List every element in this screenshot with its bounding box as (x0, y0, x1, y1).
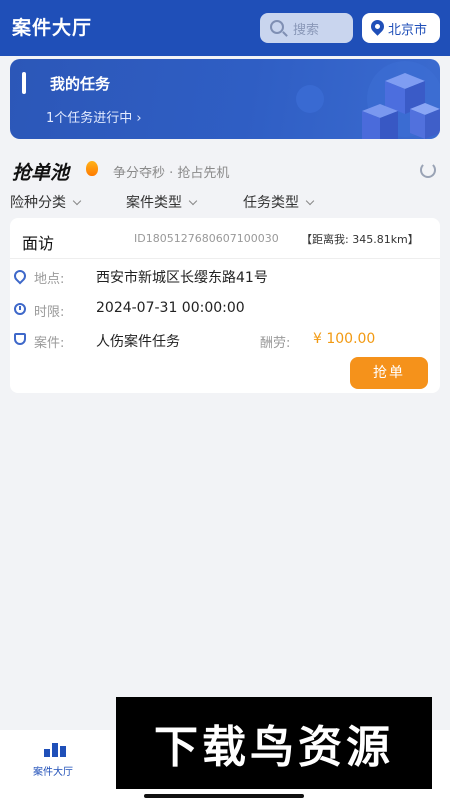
case-label: 案件: (34, 336, 65, 351)
watermark-overlay: 下载鸟资源 (116, 697, 432, 789)
city-selector[interactable]: 北京市 (362, 13, 440, 43)
chevron-down-icon (188, 196, 198, 206)
flame-icon (86, 161, 98, 176)
filter-insurance-category[interactable]: 险种分类 (10, 192, 82, 212)
case-hall-tab-icon[interactable] (44, 739, 66, 757)
watermark-text: 下载鸟资源 (154, 722, 394, 773)
city-label: 北京市 (388, 23, 428, 38)
reward-label: 酬劳: (260, 336, 291, 351)
banner-title: 我的任务 (50, 75, 111, 93)
grab-order-button[interactable]: 抢单 (350, 357, 428, 389)
reward-value: ¥ 100.00 (313, 331, 376, 347)
location-label: 地点: (34, 272, 65, 287)
tab-case-hall[interactable]: 案件大厅 (33, 763, 73, 778)
refresh-icon[interactable] (420, 162, 436, 178)
card-divider (10, 258, 440, 259)
grab-pool-slogan: 争分夺秒 · 抢占先机 (113, 166, 230, 181)
app-header: 案件大厅 搜索 北京市 (0, 0, 450, 56)
chevron-down-icon (305, 196, 315, 206)
banner-cubes-illustration (296, 61, 440, 139)
grab-pool-title: 抢单池 (12, 162, 70, 184)
search-icon (270, 20, 284, 34)
search-placeholder: 搜索 (293, 23, 320, 38)
search-box[interactable]: 搜索 (260, 13, 353, 43)
banner-accent-bar (22, 72, 26, 94)
home-indicator (144, 794, 304, 798)
filter-label: 险种分类 (10, 195, 66, 211)
task-id: ID1805127680607100030 (134, 232, 279, 245)
location-pin-icon (368, 17, 387, 36)
banner-subtitle[interactable]: 1个任务进行中 › (46, 107, 142, 126)
chevron-down-icon (72, 196, 82, 206)
page-title: 案件大厅 (12, 17, 93, 39)
deadline-value: 2024-07-31 00:00:00 (96, 300, 245, 316)
task-type: 面访 (22, 234, 55, 253)
shield-icon (14, 333, 26, 345)
task-distance: 【距离我: 345.81km】 (301, 233, 419, 246)
filter-task-type[interactable]: 任务类型 (243, 192, 315, 212)
deadline-label: 时限: (34, 305, 65, 320)
filter-case-type[interactable]: 案件类型 (126, 192, 198, 212)
location-value: 西安市新城区长缨东路41号 (96, 270, 268, 286)
case-value: 人伤案件任务 (96, 334, 180, 350)
filter-label: 案件类型 (126, 195, 182, 211)
clock-icon (14, 303, 26, 315)
filter-label: 任务类型 (243, 195, 299, 211)
my-tasks-banner[interactable]: 我的任务 1个任务进行中 › (10, 59, 440, 139)
